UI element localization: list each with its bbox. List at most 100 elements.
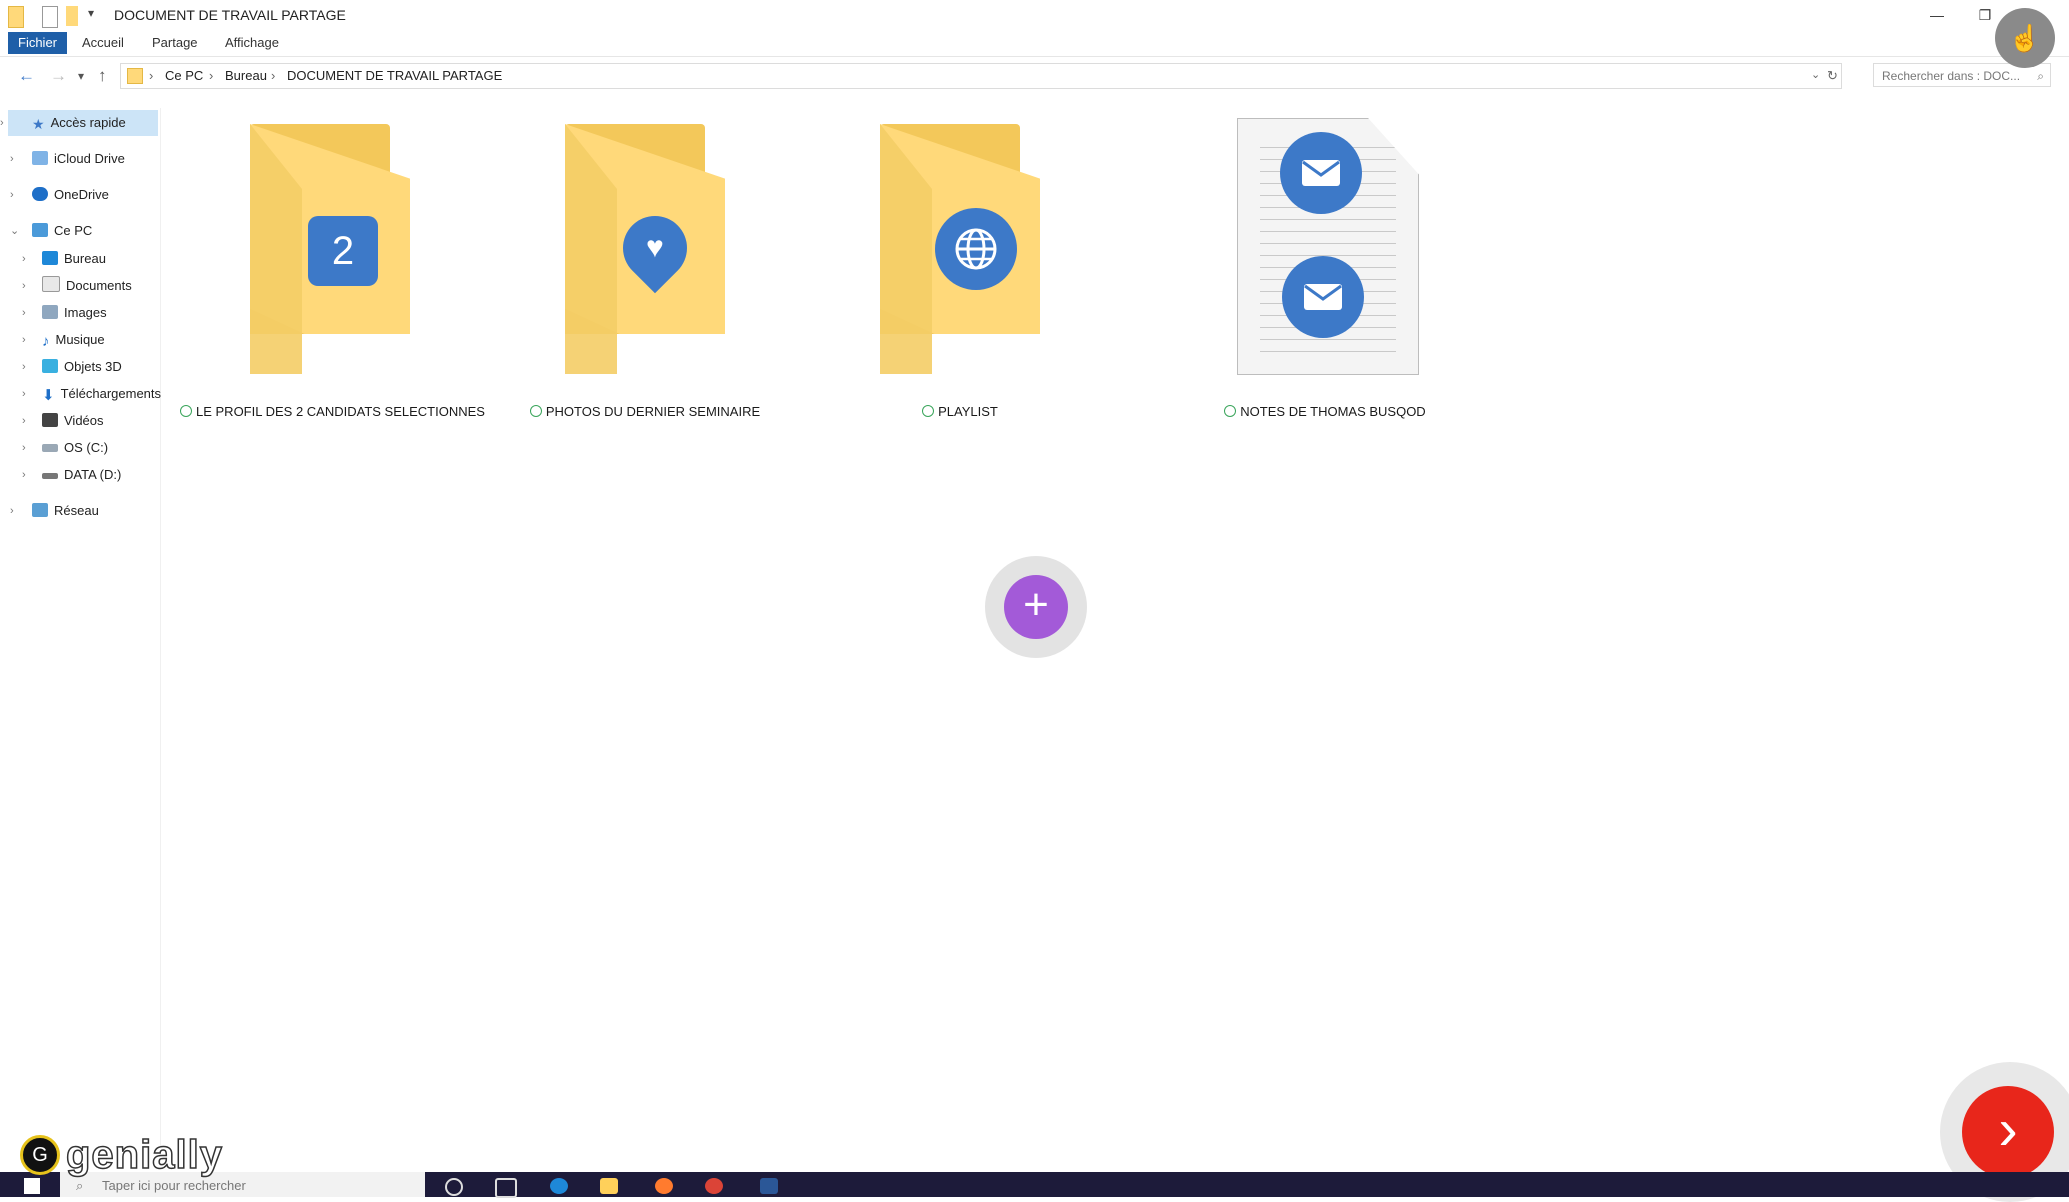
hand-pointer-icon[interactable]: ☝ — [1995, 8, 2055, 68]
drive-icon — [42, 444, 58, 452]
file-name: PHOTOS DU DERNIER SEMINAIRE — [545, 404, 761, 419]
chevron-right-icon[interactable]: › — [22, 408, 26, 434]
folder-icon — [127, 68, 143, 84]
sidebar-item-label: OS (C:) — [64, 440, 109, 455]
sidebar-item-os-c[interactable]: › OS (C:) — [22, 435, 109, 461]
breadcrumb-separator: › — [149, 68, 154, 83]
folder-icon: 2 — [250, 124, 420, 374]
genially-wordmark: genially — [65, 1132, 223, 1178]
sidebar-item-musique[interactable]: › ♪ Musique — [22, 327, 105, 353]
chevron-right-icon[interactable]: › — [0, 110, 4, 136]
address-bar[interactable]: › Ce PC › Bureau › DOCUMENT DE TRAVAIL P… — [120, 63, 1842, 89]
breadcrumb-current[interactable]: DOCUMENT DE TRAVAIL PARTAGE — [287, 68, 502, 83]
sidebar-item-label: Musique — [55, 332, 105, 347]
icloud-icon — [32, 151, 48, 165]
star-icon: ★ — [32, 116, 45, 132]
onedrive-icon — [32, 187, 48, 201]
chevron-right-icon[interactable]: › — [10, 182, 14, 208]
address-dropdown-icon[interactable]: ⌄ — [1811, 68, 1820, 81]
file-name: PLAYLIST — [938, 404, 998, 419]
sidebar-item-documents[interactable]: › Documents — [22, 273, 132, 299]
sidebar-item-icloud-drive[interactable]: › iCloud Drive — [10, 146, 125, 172]
file-item-photos[interactable]: ♥ PHOTOS DU DERNIER SEMINAIRE — [495, 118, 785, 438]
file-item-profil[interactable]: 2 LE PROFIL DES 2 CANDIDATS SELECTIONNES — [180, 118, 485, 438]
file-label: LE PROFIL DES 2 CANDIDATS SELECTIONNES — [180, 404, 485, 419]
chevron-right-icon[interactable]: › — [22, 435, 26, 461]
quick-access-dropdown-icon[interactable]: ▾ — [88, 6, 94, 26]
minimize-button[interactable]: — — [1922, 4, 1952, 26]
tab-fichier[interactable]: Fichier — [8, 32, 68, 54]
genially-logo-icon: G — [20, 1135, 60, 1175]
sidebar-item-images[interactable]: › Images — [22, 300, 107, 326]
chevron-right-icon[interactable]: › — [22, 381, 26, 407]
recent-dropdown-icon[interactable]: ▾ — [78, 69, 84, 83]
breadcrumb-bureau[interactable]: Bureau — [225, 68, 267, 83]
add-button[interactable]: + — [985, 556, 1087, 658]
back-arrow-icon[interactable]: ← — [18, 66, 35, 86]
restore-button[interactable]: ❐ — [1970, 4, 2000, 26]
sidebar-item-label: Documents — [66, 278, 132, 293]
sidebar-item-acces-rapide[interactable]: › ★ Accès rapide — [0, 110, 158, 136]
file-item-notes[interactable]: NOTES DE THOMAS BUSQOD — [1125, 118, 1426, 438]
download-arrow-icon: ⬇ — [42, 387, 55, 404]
sidebar-item-data-d[interactable]: › DATA (D:) — [22, 462, 121, 488]
navigation-pane: › ★ Accès rapide › iCloud Drive › OneDriv… — [0, 108, 161, 1168]
music-note-icon: ♪ — [42, 333, 50, 350]
word-icon[interactable] — [760, 1178, 778, 1194]
sidebar-item-objets-3d[interactable]: › Objets 3D — [22, 354, 122, 380]
forward-arrow-icon[interactable]: → — [50, 66, 67, 86]
sidebar-item-onedrive[interactable]: › OneDrive — [10, 182, 109, 208]
chevron-right-icon[interactable]: › — [22, 273, 26, 299]
up-arrow-icon[interactable]: ↑ — [98, 66, 107, 86]
chevron-right-icon[interactable]: › — [10, 498, 14, 524]
computer-icon — [32, 223, 48, 237]
breadcrumb-ce-pc[interactable]: Ce PC — [165, 68, 203, 83]
folder-icon[interactable] — [8, 6, 24, 28]
genially-brand: G genially — [20, 1132, 223, 1178]
windows-start-icon[interactable] — [24, 1178, 40, 1194]
sidebar-item-reseau[interactable]: › Réseau — [10, 498, 99, 524]
firefox-icon[interactable] — [655, 1178, 673, 1194]
sidebar-item-bureau[interactable]: › Bureau — [22, 246, 106, 272]
file-item-playlist[interactable]: PLAYLIST — [810, 118, 1100, 438]
ribbon: Fichier Accueil Partage Affichage — [0, 32, 2069, 57]
file-view: 2 LE PROFIL DES 2 CANDIDATS SELECTIONNES… — [160, 108, 2069, 1168]
next-arrow-icon[interactable]: › — [1962, 1086, 2054, 1178]
drive-icon — [42, 473, 58, 479]
heart-icon: ♥ — [646, 231, 664, 264]
sidebar-item-telechargements[interactable]: › ⬇ Téléchargements — [22, 381, 161, 407]
chevron-right-icon[interactable]: › — [22, 462, 26, 488]
properties-icon[interactable] — [42, 6, 58, 28]
search-placeholder: Rechercher dans : DOC... — [1882, 69, 2021, 83]
file-label: PHOTOS DU DERNIER SEMINAIRE — [495, 404, 795, 419]
sync-ok-icon — [922, 405, 935, 417]
chevron-right-icon[interactable]: › — [22, 246, 26, 272]
chrome-icon[interactable] — [705, 1178, 723, 1194]
documents-icon — [42, 276, 60, 292]
tab-affichage[interactable]: Affichage — [225, 32, 279, 54]
breadcrumb-separator: › — [209, 68, 214, 83]
sidebar-item-label: Vidéos — [64, 413, 104, 428]
tab-accueil[interactable]: Accueil — [82, 32, 124, 54]
chevron-right-icon[interactable]: › — [10, 146, 14, 172]
task-view-icon[interactable] — [495, 1178, 517, 1198]
mail-icon[interactable] — [1282, 256, 1364, 338]
sidebar-item-ce-pc[interactable]: ⌄ Ce PC — [10, 218, 92, 244]
file-explorer-icon[interactable] — [600, 1178, 618, 1194]
address-row: ← → ▾ ↑ › Ce PC › Bureau › DOCUMENT DE T… — [0, 60, 2069, 90]
new-folder-icon[interactable] — [66, 6, 78, 26]
refresh-icon[interactable]: ↻ — [1827, 68, 1838, 84]
chevron-right-icon[interactable]: › — [22, 354, 26, 380]
chevron-right-icon[interactable]: › — [22, 300, 26, 326]
sidebar-item-videos[interactable]: › Vidéos — [22, 408, 104, 434]
edge-icon[interactable] — [550, 1178, 568, 1194]
chevron-right-icon[interactable]: › — [22, 327, 26, 353]
sidebar-item-label: Réseau — [54, 503, 99, 518]
title-bar: ▾ DOCUMENT DE TRAVAIL PARTAGE — ❐ ✕ — [0, 0, 2069, 32]
cortana-icon[interactable] — [445, 1178, 463, 1196]
taskbar: ⌕ Taper ici pour rechercher — [0, 1172, 2069, 1198]
chevron-down-icon[interactable]: ⌄ — [10, 218, 19, 244]
cube-icon — [42, 359, 58, 373]
tab-partage[interactable]: Partage — [152, 32, 198, 54]
mail-icon[interactable] — [1280, 132, 1362, 214]
